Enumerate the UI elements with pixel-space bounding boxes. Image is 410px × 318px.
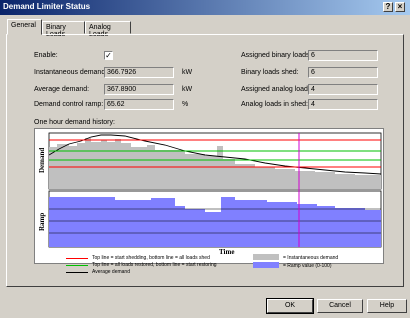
legend-blue-text: = Ramp value (0-100) [283, 263, 332, 269]
legend-grey-text: = Instantaneous demand [283, 255, 339, 261]
demand-history-svg [48, 132, 382, 248]
average-demand-label: Average demand: [34, 86, 90, 93]
tab-analog-loads[interactable]: Analog Loads [85, 21, 131, 38]
ok-button[interactable]: OK [266, 298, 314, 314]
help-button[interactable]: Help [367, 299, 407, 313]
legend-black-text: Average demand [92, 269, 130, 275]
legend-red-swatch [66, 258, 88, 259]
close-title-button[interactable]: × [395, 2, 405, 12]
legend-grey-swatch [253, 254, 279, 260]
title-bar: Demand Limiter Status ? × [0, 0, 410, 15]
assigned-binary-label: Assigned binary loads: [241, 52, 312, 59]
average-demand-unit: kW [182, 86, 193, 93]
time-axis-label: Time [219, 248, 235, 256]
legend-blue-swatch [253, 262, 279, 268]
enable-label: Enable: [34, 52, 58, 59]
average-demand-field: 367.8900 [104, 84, 174, 95]
assigned-analog-label: Assigned analog loads: [241, 86, 314, 93]
legend-red-text: Top line = start shedding, bottom line =… [92, 255, 210, 261]
legend-green-swatch [66, 265, 88, 266]
assigned-analog-field: 4 [308, 84, 378, 95]
demand-ramp-label: Demand control ramp: [34, 101, 104, 108]
instantaneous-demand-unit: kW [182, 69, 193, 76]
tab-binary-loads[interactable]: Binary Loads [42, 21, 85, 38]
check-icon: ✓ [105, 51, 112, 60]
ramp-axis-label: Ramp [38, 212, 46, 231]
demand-ramp-field: 65.62 [104, 99, 174, 110]
help-title-button[interactable]: ? [383, 2, 393, 12]
window-title: Demand Limiter Status [3, 2, 91, 11]
legend-green-text: Top line = all loads restored, bottom li… [92, 262, 217, 268]
instantaneous-demand-label: Instantaneous demand: [34, 69, 108, 76]
binary-shed-field: 6 [308, 67, 378, 78]
instantaneous-demand-field: 366.7926 [104, 67, 174, 78]
analog-shed-label: Analog loads in shed: [241, 101, 308, 108]
analog-shed-field: 4 [308, 99, 378, 110]
binary-shed-label: Binary loads shed: [241, 69, 299, 76]
demand-ramp-unit: % [182, 101, 189, 108]
assigned-binary-field: 6 [308, 50, 378, 61]
demand-history-chart: Demand Ramp Time [34, 128, 384, 264]
enable-checkbox[interactable]: ✓ [104, 51, 113, 60]
demand-axis-label: Demand [38, 147, 46, 173]
history-label: One hour demand history: [34, 119, 115, 126]
tab-general[interactable]: General [7, 19, 42, 35]
legend-black-swatch [66, 272, 88, 273]
cancel-button[interactable]: Cancel [317, 299, 363, 313]
